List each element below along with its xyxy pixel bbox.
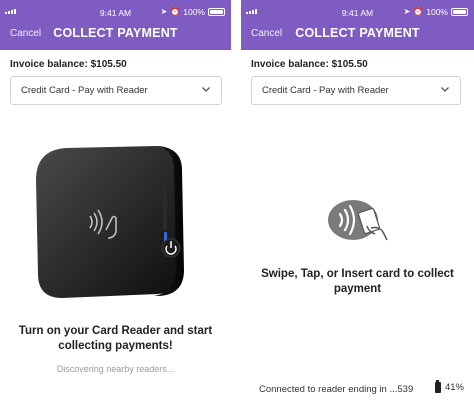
battery-icon xyxy=(208,8,225,16)
status-right: ➤ ⏰ 100% xyxy=(404,7,468,17)
battery-percent: 100% xyxy=(183,7,205,17)
chevron-down-icon xyxy=(202,87,210,92)
reader-battery-icon xyxy=(434,380,441,393)
screen-connected: 9:41 AM ➤ ⏰ 100% Cancel COLLECT PAYMENT … xyxy=(241,0,474,406)
battery-percent: 100% xyxy=(426,7,448,17)
chevron-down-icon xyxy=(441,87,449,92)
battery-icon xyxy=(451,8,468,16)
payment-method-value: Credit Card - Pay with Reader xyxy=(21,85,148,96)
status-right: ➤ ⏰ 100% xyxy=(161,7,225,17)
status-bar: 9:41 AM ➤ ⏰ 100% xyxy=(0,0,231,20)
reader-battery-percent: 41% xyxy=(444,382,464,393)
location-icon: ➤ xyxy=(403,7,411,16)
alarm-icon: ⏰ xyxy=(170,7,181,16)
status-bar: 9:41 AM ➤ ⏰ 100% xyxy=(241,0,474,20)
discovering-status: Discovering nearby readers... xyxy=(56,364,175,374)
location-icon: ➤ xyxy=(160,7,168,16)
invoice-balance: Invoice balance: $105.50 xyxy=(10,59,127,70)
page-title: COLLECT PAYMENT xyxy=(295,26,420,40)
payment-method-value: Credit Card - Pay with Reader xyxy=(262,85,389,96)
reader-battery: 41% xyxy=(434,380,464,393)
payment-method-select[interactable]: Credit Card - Pay with Reader xyxy=(10,76,222,105)
screen-discovering: 9:41 AM ➤ ⏰ 100% Cancel COLLECT PAYMENT … xyxy=(0,0,231,406)
connected-reader-status: Connected to reader ending in ...539 xyxy=(259,384,414,395)
header-bar: 9:41 AM ➤ ⏰ 100% Cancel COLLECT PAYMENT xyxy=(241,0,474,50)
screen-divider xyxy=(231,0,241,406)
card-reader-image xyxy=(36,146,184,298)
turn-on-reader-headline: Turn on your Card Reader and start colle… xyxy=(18,325,213,352)
invoice-balance: Invoice balance: $105.50 xyxy=(251,59,368,70)
swipe-tap-insert-instruction: Swipe, Tap, or Insert card to collect pa… xyxy=(261,268,454,295)
page-title: COLLECT PAYMENT xyxy=(53,26,178,40)
alarm-icon: ⏰ xyxy=(413,7,424,16)
header-bar: 9:41 AM ➤ ⏰ 100% Cancel COLLECT PAYMENT xyxy=(0,0,231,50)
contactless-tap-icon xyxy=(328,200,388,241)
payment-method-select[interactable]: Credit Card - Pay with Reader xyxy=(251,76,461,105)
